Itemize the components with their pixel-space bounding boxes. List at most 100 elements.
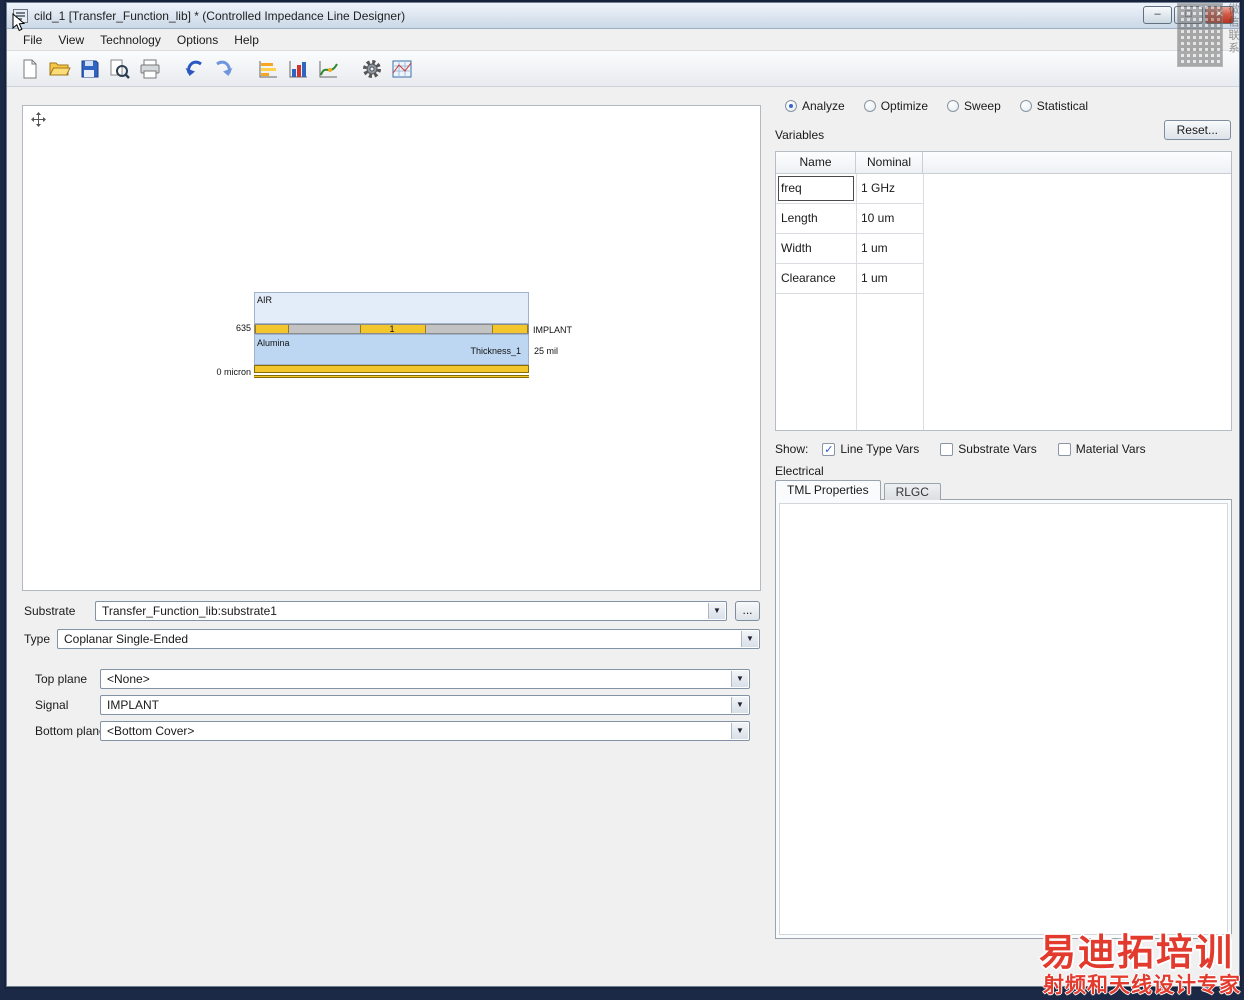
- cell-length-name[interactable]: Length: [776, 204, 856, 233]
- checkbox-material-vars[interactable]: Material Vars: [1057, 442, 1146, 456]
- checkbox-line-type-vars[interactable]: ✓ Line Type Vars: [822, 442, 919, 456]
- electrical-tabs: TML Properties RLGC: [775, 480, 941, 500]
- move-cursor-icon: [31, 112, 46, 127]
- gear-button[interactable]: [357, 55, 387, 83]
- radio-dot-icon: [947, 100, 960, 112]
- ground-plane-lower: [254, 375, 529, 378]
- qr-caption: 微信联系: [1227, 3, 1239, 55]
- checkbox-icon: [940, 442, 954, 456]
- undo-icon: [185, 60, 202, 76]
- hbar-chart-button[interactable]: [253, 55, 283, 83]
- qr-code-watermark: 微信联系: [1177, 3, 1241, 77]
- print-button[interactable]: [135, 55, 165, 83]
- checkbox-substrate-vars[interactable]: Substrate Vars: [940, 442, 1037, 456]
- checkbox-line-type-vars-label: Line Type Vars: [840, 442, 920, 456]
- radio-optimize-label: Optimize: [880, 99, 929, 113]
- new-file-button[interactable]: [15, 55, 45, 83]
- cross-section-canvas[interactable]: AIR 1 635 IMPLANT Alumina Thickness_1 25…: [22, 105, 761, 591]
- trace-number-label: 1: [389, 324, 395, 334]
- radio-analyze[interactable]: Analyze: [785, 99, 845, 113]
- show-options-row: Show: ✓ Line Type Vars Substrate Vars Mat…: [775, 442, 1167, 456]
- cell-length-nominal[interactable]: 10 um: [856, 204, 923, 233]
- substrate-label: Substrate: [24, 604, 76, 618]
- radio-dot-icon: [863, 100, 876, 112]
- radio-statistical-label: Statistical: [1036, 99, 1089, 113]
- top-plane-value: <None>: [107, 672, 150, 686]
- top-plane-combo[interactable]: <None> ▼: [100, 669, 750, 689]
- tml-properties-panel: [775, 499, 1232, 939]
- cell-width-name[interactable]: Width: [776, 234, 856, 263]
- menu-view[interactable]: View: [50, 30, 92, 50]
- find-zoom-icon: [110, 59, 130, 79]
- print-icon: [140, 59, 160, 78]
- tab-rlgc[interactable]: RLGC: [883, 483, 941, 500]
- baseline-label: 0 micron: [216, 367, 251, 377]
- redo-button[interactable]: [209, 55, 239, 83]
- save-icon: [81, 60, 99, 77]
- title-bar[interactable]: cild_1 [Transfer_Function_lib] * (Contro…: [7, 3, 1239, 29]
- menu-help[interactable]: Help: [226, 30, 267, 50]
- undo-button[interactable]: [179, 55, 209, 83]
- hbar-chart-icon: [259, 60, 277, 77]
- thickness-value-label: 25 mil: [534, 346, 559, 356]
- variables-table: Name Nominal freq 1 GHz Length 10 um Wid…: [775, 151, 1232, 431]
- air-label: AIR: [257, 295, 273, 305]
- tab-tml-properties[interactable]: TML Properties: [775, 480, 881, 500]
- cell-clearance-nominal[interactable]: 1 um: [856, 264, 923, 293]
- menu-options[interactable]: Options: [169, 30, 226, 50]
- type-combo[interactable]: Coplanar Single-Ended ▼: [57, 629, 760, 649]
- checkbox-substrate-vars-label: Substrate Vars: [958, 442, 1037, 456]
- bottom-plane-label: Bottom plane: [35, 724, 106, 738]
- column-header-name[interactable]: Name: [776, 152, 856, 173]
- minimize-button[interactable]: –: [1143, 6, 1172, 24]
- find-zoom-button[interactable]: [105, 55, 135, 83]
- type-label: Type: [24, 632, 51, 646]
- stat-chart-button[interactable]: [283, 55, 313, 83]
- checkbox-material-vars-label: Material Vars: [1075, 442, 1146, 456]
- bottom-plane-value: <Bottom Cover>: [107, 724, 195, 738]
- radio-dot-icon: [1019, 100, 1032, 112]
- table-row: Width 1 um: [776, 234, 924, 264]
- menu-technology[interactable]: Technology: [92, 30, 169, 50]
- signal-combo[interactable]: IMPLANT ▼: [100, 695, 750, 715]
- open-folder-button[interactable]: [45, 55, 75, 83]
- checkbox-icon: ✓: [822, 442, 836, 456]
- bottom-plane-combo[interactable]: <Bottom Cover> ▼: [100, 721, 750, 741]
- grid-plot-button[interactable]: [387, 55, 417, 83]
- brand-watermark: 易迪拓培训: [1039, 932, 1234, 973]
- cell-width-nominal[interactable]: 1 um: [856, 234, 923, 263]
- chevron-down-icon: ▼: [741, 631, 758, 647]
- chevron-down-icon: ▼: [731, 671, 748, 687]
- cell-freq-name[interactable]: freq: [776, 174, 856, 203]
- mouse-cursor: [12, 13, 25, 32]
- curve-chart-button[interactable]: [313, 55, 343, 83]
- substrate-combo[interactable]: Transfer_Function_lib:substrate1 ▼: [95, 601, 727, 621]
- radio-optimize[interactable]: Optimize: [863, 99, 929, 113]
- chevron-down-icon: ▼: [731, 723, 748, 739]
- table-header: Name Nominal: [776, 152, 1231, 174]
- material-label: Alumina: [257, 338, 290, 348]
- qr-code-icon: [1177, 3, 1223, 67]
- cell-freq-nominal[interactable]: 1 GHz: [856, 174, 923, 203]
- air-region: [254, 292, 529, 324]
- stat-chart-icon: [289, 60, 307, 77]
- variables-label: Variables: [775, 128, 825, 142]
- menu-bar: File View Technology Options Help: [7, 29, 1239, 51]
- reset-button[interactable]: Reset...: [1163, 120, 1231, 140]
- save-button[interactable]: [75, 55, 105, 83]
- signal-label: Signal: [35, 698, 69, 712]
- ground-plane: [254, 365, 529, 373]
- radio-sweep[interactable]: Sweep: [947, 99, 1001, 113]
- chevron-down-icon: ▼: [708, 603, 725, 619]
- new-file-icon: [23, 59, 37, 78]
- conductor-segment-left: [255, 325, 289, 333]
- radio-statistical[interactable]: Statistical: [1019, 99, 1089, 113]
- column-header-nominal[interactable]: Nominal: [856, 152, 923, 173]
- conductor-segment-right: [492, 325, 528, 333]
- substrate-browse-button[interactable]: ...: [735, 601, 760, 621]
- electrical-label: Electrical: [775, 464, 824, 478]
- cell-clearance-name[interactable]: Clearance: [776, 264, 856, 293]
- menu-file[interactable]: File: [15, 30, 50, 50]
- table-row: Clearance 1 um: [776, 264, 924, 294]
- table-row: Length 10 um: [776, 204, 924, 234]
